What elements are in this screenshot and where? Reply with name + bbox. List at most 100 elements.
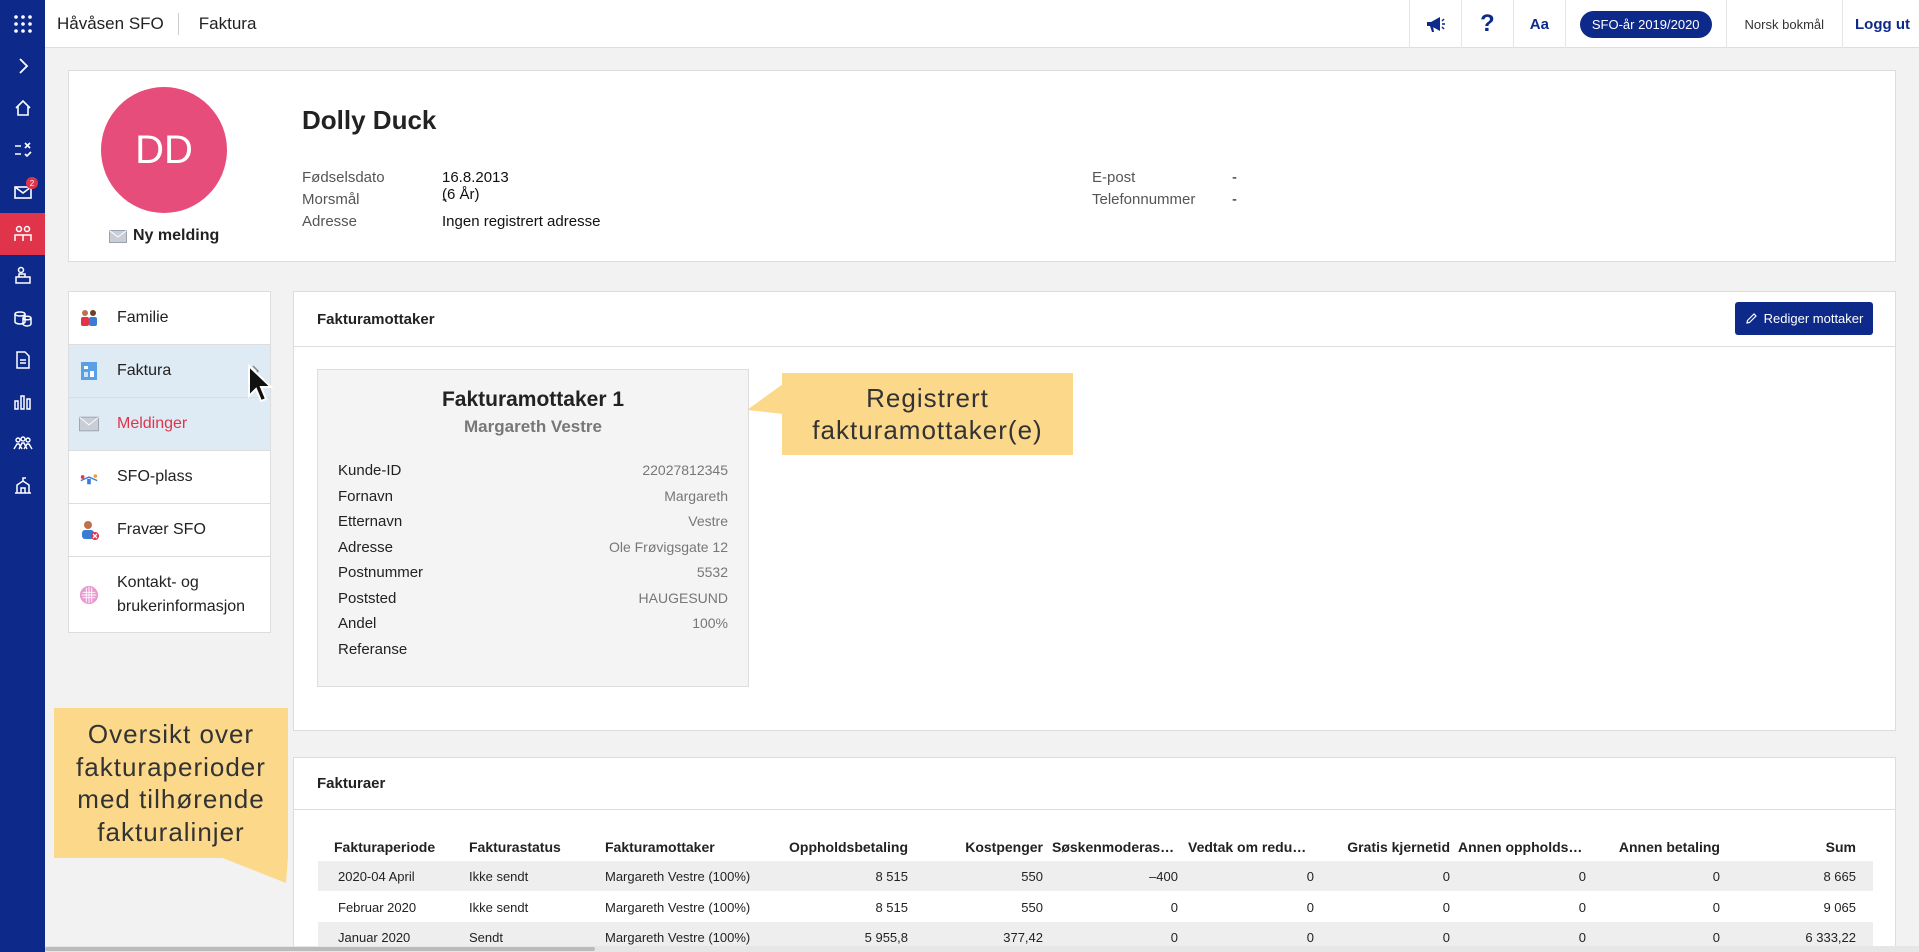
cell-reduction: 0 bbox=[1306, 869, 1314, 884]
row-label: Etternavn bbox=[338, 513, 403, 530]
nav-item-label: Fravær SFO bbox=[117, 521, 206, 538]
field-label: E-post bbox=[1092, 169, 1136, 186]
sfo-icon[interactable] bbox=[0, 255, 45, 297]
top-actions: ? Aa SFO-år 2019/2020 Norsk bokmål Logg … bbox=[1408, 0, 1919, 48]
row-value: 22027812345 bbox=[642, 462, 728, 478]
font-size-icon: Aa bbox=[1529, 15, 1549, 33]
field-label: Telefonnummer bbox=[1092, 191, 1196, 208]
recipient-card: Fakturamottaker 1 Margareth Vestre Kunde… bbox=[317, 369, 749, 687]
groups-icon[interactable] bbox=[0, 423, 45, 465]
nav-item-faktura[interactable]: Faktura bbox=[69, 345, 270, 398]
help-button[interactable]: ? bbox=[1460, 0, 1513, 48]
pencil-icon bbox=[1745, 313, 1757, 324]
mouse-cursor-icon bbox=[248, 364, 274, 403]
field-label: Adresse bbox=[302, 213, 358, 230]
callout-registered-recipients: Registrert fakturamottaker(e) bbox=[782, 373, 1073, 455]
help-icon: ? bbox=[1480, 10, 1495, 37]
avatar: DD bbox=[101, 87, 227, 213]
col-header-free-core-time[interactable]: Gratis kjernetid bbox=[1310, 839, 1450, 855]
col-header-other-payment[interactable]: Annen betaling bbox=[1560, 839, 1720, 855]
cell-period: 2020-04 April bbox=[338, 869, 415, 884]
col-header-sum[interactable]: Sum bbox=[1750, 839, 1856, 855]
reference-row: Referanse bbox=[338, 641, 728, 661]
expand-icon[interactable] bbox=[0, 45, 45, 87]
field-value: - bbox=[1232, 191, 1237, 208]
section-title: Faktura bbox=[198, 13, 257, 33]
nav-item-label: Kontakt- og brukerinformasjon bbox=[117, 574, 246, 615]
nav-item-meldinger[interactable]: Meldinger bbox=[69, 398, 270, 451]
row-value: Vestre bbox=[688, 513, 728, 529]
year-selector-cell: SFO-år 2019/2020 bbox=[1564, 0, 1726, 48]
row-value: 100% bbox=[692, 615, 728, 631]
new-message-button[interactable]: Ny melding bbox=[109, 227, 219, 245]
stats-icon[interactable] bbox=[0, 381, 45, 423]
tasks-icon[interactable] bbox=[0, 129, 45, 171]
cell-recipient: Margareth Vestre (100%) bbox=[605, 930, 751, 945]
row-label: Poststed bbox=[338, 590, 397, 607]
cell-stay-payment: 8 515 bbox=[875, 869, 908, 884]
cell-period: Januar 2020 bbox=[338, 930, 411, 945]
col-header-status[interactable]: Fakturastatus bbox=[469, 839, 561, 855]
table-row[interactable]: Februar 2020 Ikke sendt Margareth Vestre… bbox=[318, 892, 1873, 922]
mail-icon[interactable]: 2 bbox=[0, 171, 45, 213]
phone-field: Telefonnummer - bbox=[1092, 191, 1237, 208]
table-row[interactable]: 2020-04 April Ikke sendt Margareth Vestr… bbox=[318, 861, 1873, 891]
nav-item-label: Familie bbox=[117, 309, 169, 326]
cell-recipient: Margareth Vestre (100%) bbox=[605, 869, 751, 884]
first-name-row: Fornavn Margareth bbox=[338, 488, 728, 508]
share-row: Andel 100% bbox=[338, 615, 728, 635]
native-language-field: Morsmål - bbox=[302, 191, 447, 208]
row-label: Referanse bbox=[338, 641, 408, 658]
nav-item-label: Faktura bbox=[117, 362, 172, 379]
nav-item-fravaer-sfo[interactable]: Fravær SFO bbox=[69, 504, 270, 557]
language-selector[interactable]: Norsk bokmål bbox=[1745, 17, 1824, 32]
cell-sibling-discount: 0 bbox=[1170, 900, 1178, 915]
cell-status: Ikke sendt bbox=[469, 869, 529, 884]
cell-stay-payment: 8 515 bbox=[875, 900, 908, 915]
language-cell: Norsk bokmål bbox=[1725, 0, 1842, 48]
field-value: - bbox=[1232, 169, 1237, 186]
payment-icon[interactable] bbox=[0, 297, 45, 339]
home-icon[interactable] bbox=[0, 87, 45, 129]
announcements-button[interactable] bbox=[1408, 0, 1461, 48]
col-header-recipient[interactable]: Fakturamottaker bbox=[605, 839, 715, 855]
col-header-period[interactable]: Fakturaperiode bbox=[334, 839, 435, 855]
document-icon[interactable] bbox=[0, 339, 45, 381]
row-value: Margareth bbox=[664, 488, 728, 504]
cell-stay-payment: 5 955,8 bbox=[864, 930, 908, 945]
cell-sibling-discount: 0 bbox=[1170, 930, 1178, 945]
apps-icon[interactable] bbox=[0, 3, 45, 45]
school-icon[interactable] bbox=[0, 465, 45, 507]
sfo-place-icon bbox=[79, 467, 99, 487]
invoices-panel-title: Fakturaer bbox=[294, 758, 1895, 810]
nav-item-label: Meldinger bbox=[117, 415, 188, 432]
child-name: Dolly Duck bbox=[302, 105, 437, 135]
app-name[interactable]: Håvåsen SFO bbox=[57, 14, 164, 34]
col-header-food-money[interactable]: Kostpenger bbox=[910, 839, 1043, 855]
recipient-card-title: Fakturamottaker 1 bbox=[441, 388, 625, 411]
school-year-selector[interactable]: SFO-år 2019/2020 bbox=[1579, 10, 1712, 38]
children-icon[interactable] bbox=[0, 213, 45, 255]
font-size-button[interactable]: Aa bbox=[1512, 0, 1565, 48]
family-icon bbox=[79, 308, 99, 328]
nav-item-sfo-plass[interactable]: SFO-plass bbox=[69, 451, 270, 504]
row-value: HAUGESUND bbox=[638, 590, 728, 606]
cell-recipient: Margareth Vestre (100%) bbox=[605, 900, 751, 915]
birthdate-field: Fødselsdato 16.8.2013 (6 År) bbox=[302, 169, 509, 203]
col-header-reduction[interactable]: Vedtak om redu… bbox=[1188, 839, 1306, 855]
col-header-stay-payment[interactable]: Oppholdsbetaling bbox=[770, 839, 908, 855]
nav-item-kontakt[interactable]: Kontakt- og brukerinformasjon bbox=[69, 557, 270, 632]
logout-link[interactable]: Logg ut bbox=[1855, 16, 1910, 33]
breadcrumb-divider bbox=[177, 12, 179, 35]
cell-period: Februar 2020 bbox=[338, 900, 417, 915]
logout-cell: Logg ut bbox=[1842, 0, 1919, 48]
recipient-card-name: Margareth Vestre bbox=[464, 417, 602, 436]
scrollbar-thumb[interactable] bbox=[45, 947, 595, 951]
edit-recipient-button[interactable]: Rediger mottaker bbox=[1735, 302, 1873, 335]
col-header-sibling-discount[interactable]: Søskenmoderas… bbox=[1052, 839, 1174, 855]
absence-icon bbox=[79, 520, 99, 540]
message-icon bbox=[79, 414, 99, 434]
horizontal-scrollbar[interactable] bbox=[45, 946, 1919, 952]
megaphone-icon bbox=[1427, 17, 1446, 32]
nav-item-familie[interactable]: Familie bbox=[69, 292, 270, 345]
